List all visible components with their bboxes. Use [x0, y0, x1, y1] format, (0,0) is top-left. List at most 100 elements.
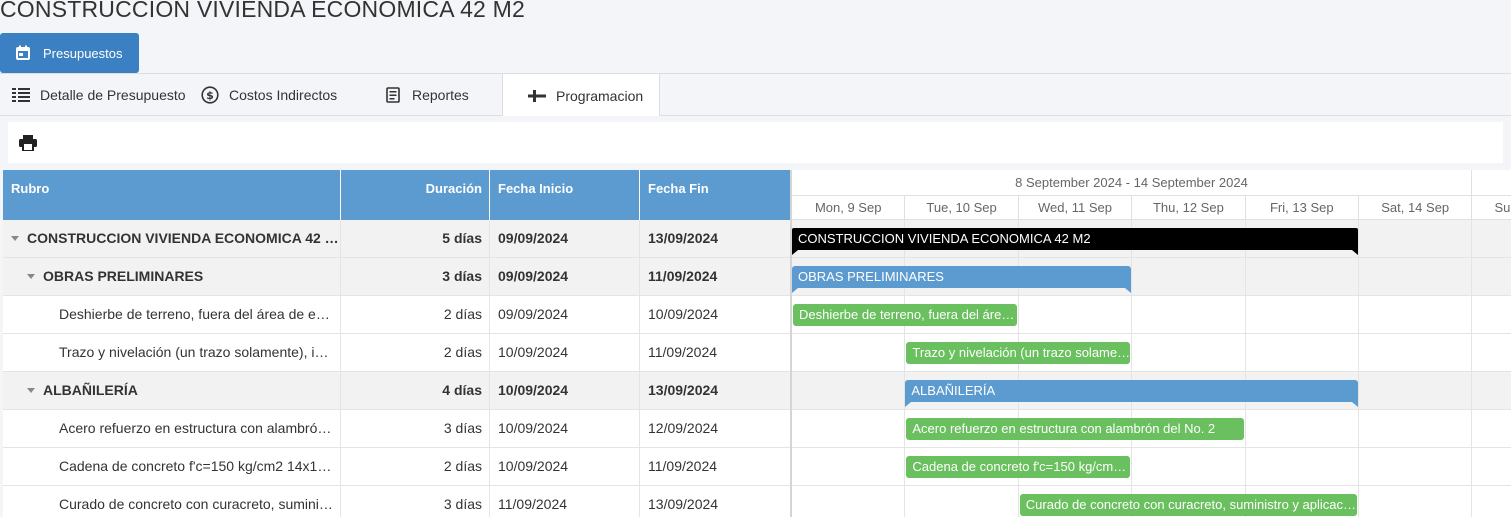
content-area: Rubro Duración Fecha Inicio Fecha Fin CO…	[0, 116, 1511, 517]
rubro-cell: Curado de concreto con curacreto, sumini…	[3, 486, 341, 517]
fecha-fin-cell: 13/09/2024	[648, 496, 719, 512]
day-header: Mon, 9 Sep	[792, 196, 906, 220]
collapse-caret-icon[interactable]	[27, 387, 35, 393]
task-bar[interactable]: Deshierbe de terreno, fuera del área de …	[793, 304, 1017, 326]
table-row[interactable]: Deshierbe de terreno, fuera del área de …	[3, 296, 790, 334]
presupuestos-button[interactable]: Presupuestos	[0, 33, 139, 73]
summary-cap	[792, 288, 798, 293]
tab-label: Costos Indirectos	[229, 87, 338, 103]
tab-label: Programacion	[556, 87, 644, 104]
table-row[interactable]: OBRAS PRELIMINARES 3 días 09/09/2024 11/…	[3, 258, 790, 296]
collapse-caret-icon[interactable]	[11, 235, 19, 241]
header-fecha-fin[interactable]: Fecha Fin	[640, 170, 790, 220]
duracion-cell: 2 días	[341, 334, 490, 371]
task-grid: Rubro Duración Fecha Inicio Fecha Fin CO…	[3, 170, 790, 517]
tab-reportes[interactable]: Reportes	[383, 74, 469, 116]
summary-bar[interactable]: ALBAÑILERÍA	[905, 380, 1358, 402]
fecha-inicio-cell: 10/09/2024	[490, 448, 640, 485]
header-rubro[interactable]: Rubro	[3, 170, 341, 220]
tab-label: Reportes	[412, 87, 469, 103]
table-row[interactable]: CONSTRUCCION VIVIENDA ECONOMICA 42 M2 5 …	[3, 220, 790, 258]
toolbar	[8, 122, 1503, 163]
week-range-label: 8 September 2024 - 14 September 2024	[792, 170, 1472, 196]
calendar-icon	[15, 45, 31, 61]
collapse-caret-icon[interactable]	[27, 273, 35, 279]
document-icon	[383, 85, 403, 105]
fecha-inicio-cell: 10/09/2024	[490, 410, 640, 447]
summary-cap	[1352, 250, 1358, 255]
day-gridline	[1244, 220, 1246, 517]
fecha-inicio-cell: 09/09/2024	[490, 258, 640, 295]
day-gridline	[1131, 220, 1133, 517]
page-title: CONSTRUCCION VIVIENDA ECONOMICA 42 M2	[0, 0, 525, 22]
timeline-row	[792, 334, 1511, 372]
rubro-cell: Cadena de concreto f'c=150 kg/cm2 14x10 …	[3, 448, 341, 485]
svg-text:$: $	[206, 89, 214, 102]
day-gridline	[904, 220, 906, 517]
fecha-fin-cell: 10/09/2024	[648, 306, 719, 322]
tab-label: Detalle de Presupuesto	[40, 87, 186, 103]
tabs-bar: Detalle de Presupuesto $ Costos Indirect…	[0, 73, 1511, 117]
fecha-fin-cell: 11/09/2024	[648, 344, 718, 360]
duracion-cell: 2 días	[341, 296, 490, 333]
header-fecha-inicio[interactable]: Fecha Inicio	[490, 170, 640, 220]
summary-cap	[1352, 402, 1358, 407]
table-row[interactable]: Curado de concreto con curacreto, sumini…	[3, 486, 790, 517]
day-header: Thu, 12 Sep	[1132, 196, 1246, 220]
table-row[interactable]: ALBAÑILERÍA 4 días 10/09/2024 13/09/2024	[3, 372, 790, 410]
fecha-inicio-cell: 10/09/2024	[490, 334, 640, 371]
header-duracion[interactable]: Duración	[341, 170, 490, 220]
gantt-icon	[527, 86, 547, 106]
day-header: Wed, 11 Sep	[1019, 196, 1133, 220]
tab-detalle-presupuesto[interactable]: Detalle de Presupuesto	[11, 74, 186, 116]
fecha-inicio-cell: 09/09/2024	[490, 296, 640, 333]
list-icon	[11, 85, 31, 105]
task-bar[interactable]: Cadena de concreto f'c=150 kg/cm2 14x10 …	[906, 456, 1131, 478]
summary-cap	[792, 250, 798, 255]
tab-costos-indirectos[interactable]: $ Costos Indirectos	[200, 74, 337, 116]
duracion-cell: 5 días	[341, 220, 490, 257]
fecha-fin-cell: 13/09/2024	[648, 230, 719, 246]
table-row[interactable]: Trazo y nivelación (un trazo solamente),…	[3, 334, 790, 372]
fecha-inicio-cell: 09/09/2024	[490, 220, 640, 257]
day-gridline	[1358, 220, 1359, 517]
duracion-cell: 3 días	[341, 258, 490, 295]
fecha-fin-cell: 13/09/2024	[648, 382, 719, 398]
task-bar[interactable]: Curado de concreto con curacreto, sumini…	[1019, 494, 1357, 516]
task-bar[interactable]: Acero refuerzo en estructura con alambró…	[906, 418, 1244, 440]
rubro-cell: Trazo y nivelación (un trazo solamente),…	[3, 334, 341, 371]
dollar-icon: $	[200, 85, 220, 105]
fecha-fin-cell: 12/09/2024	[648, 420, 719, 436]
project-bar[interactable]: CONSTRUCCION VIVIENDA ECONOMICA 42 M2	[792, 228, 1358, 250]
duracion-cell: 3 días	[341, 410, 490, 447]
day-header: Su	[1494, 200, 1511, 215]
task-bar[interactable]: Trazo y nivelación (un trazo solamente),…	[906, 342, 1131, 364]
timeline-days-header: Mon, 9 Sep Tue, 10 Sep Wed, 11 Sep Thu, 12 …	[792, 196, 1511, 220]
rubro-cell: ALBAÑILERÍA	[3, 372, 341, 409]
duracion-cell: 3 días	[341, 486, 490, 517]
table-row[interactable]: Acero refuerzo en estructura con alambró…	[3, 410, 790, 448]
timeline-range-header: 8 September 2024 - 14 September 2024	[792, 170, 1511, 196]
gantt-timeline: 8 September 2024 - 14 September 2024 Mon…	[790, 170, 1511, 517]
grid-header: Rubro Duración Fecha Inicio Fecha Fin	[3, 170, 790, 220]
fecha-fin-cell: 11/09/2024	[648, 458, 718, 474]
duracion-cell: 4 días	[341, 372, 490, 409]
duracion-cell: 2 días	[341, 448, 490, 485]
summary-cap	[905, 402, 912, 407]
rubro-cell: Deshierbe de terreno, fuera del área de …	[3, 296, 341, 333]
tab-programacion[interactable]: Programacion	[502, 74, 660, 117]
day-gridline	[1471, 220, 1473, 517]
summary-cap	[1125, 288, 1132, 293]
day-header: Fri, 13 Sep	[1246, 196, 1359, 220]
rubro-cell: CONSTRUCCION VIVIENDA ECONOMICA 42 M2	[3, 220, 341, 257]
presupuestos-label: Presupuestos	[43, 45, 123, 61]
fecha-inicio-cell: 11/09/2024	[490, 486, 640, 517]
rubro-cell: OBRAS PRELIMINARES	[3, 258, 341, 295]
summary-bar[interactable]: OBRAS PRELIMINARES	[792, 266, 1132, 288]
fecha-fin-cell: 11/09/2024	[648, 268, 718, 284]
day-header: Sat, 14 Sep	[1359, 196, 1473, 220]
fecha-inicio-cell: 10/09/2024	[490, 372, 640, 409]
timeline-row	[792, 448, 1511, 486]
print-icon[interactable]	[19, 135, 37, 152]
table-row[interactable]: Cadena de concreto f'c=150 kg/cm2 14x10 …	[3, 448, 790, 486]
